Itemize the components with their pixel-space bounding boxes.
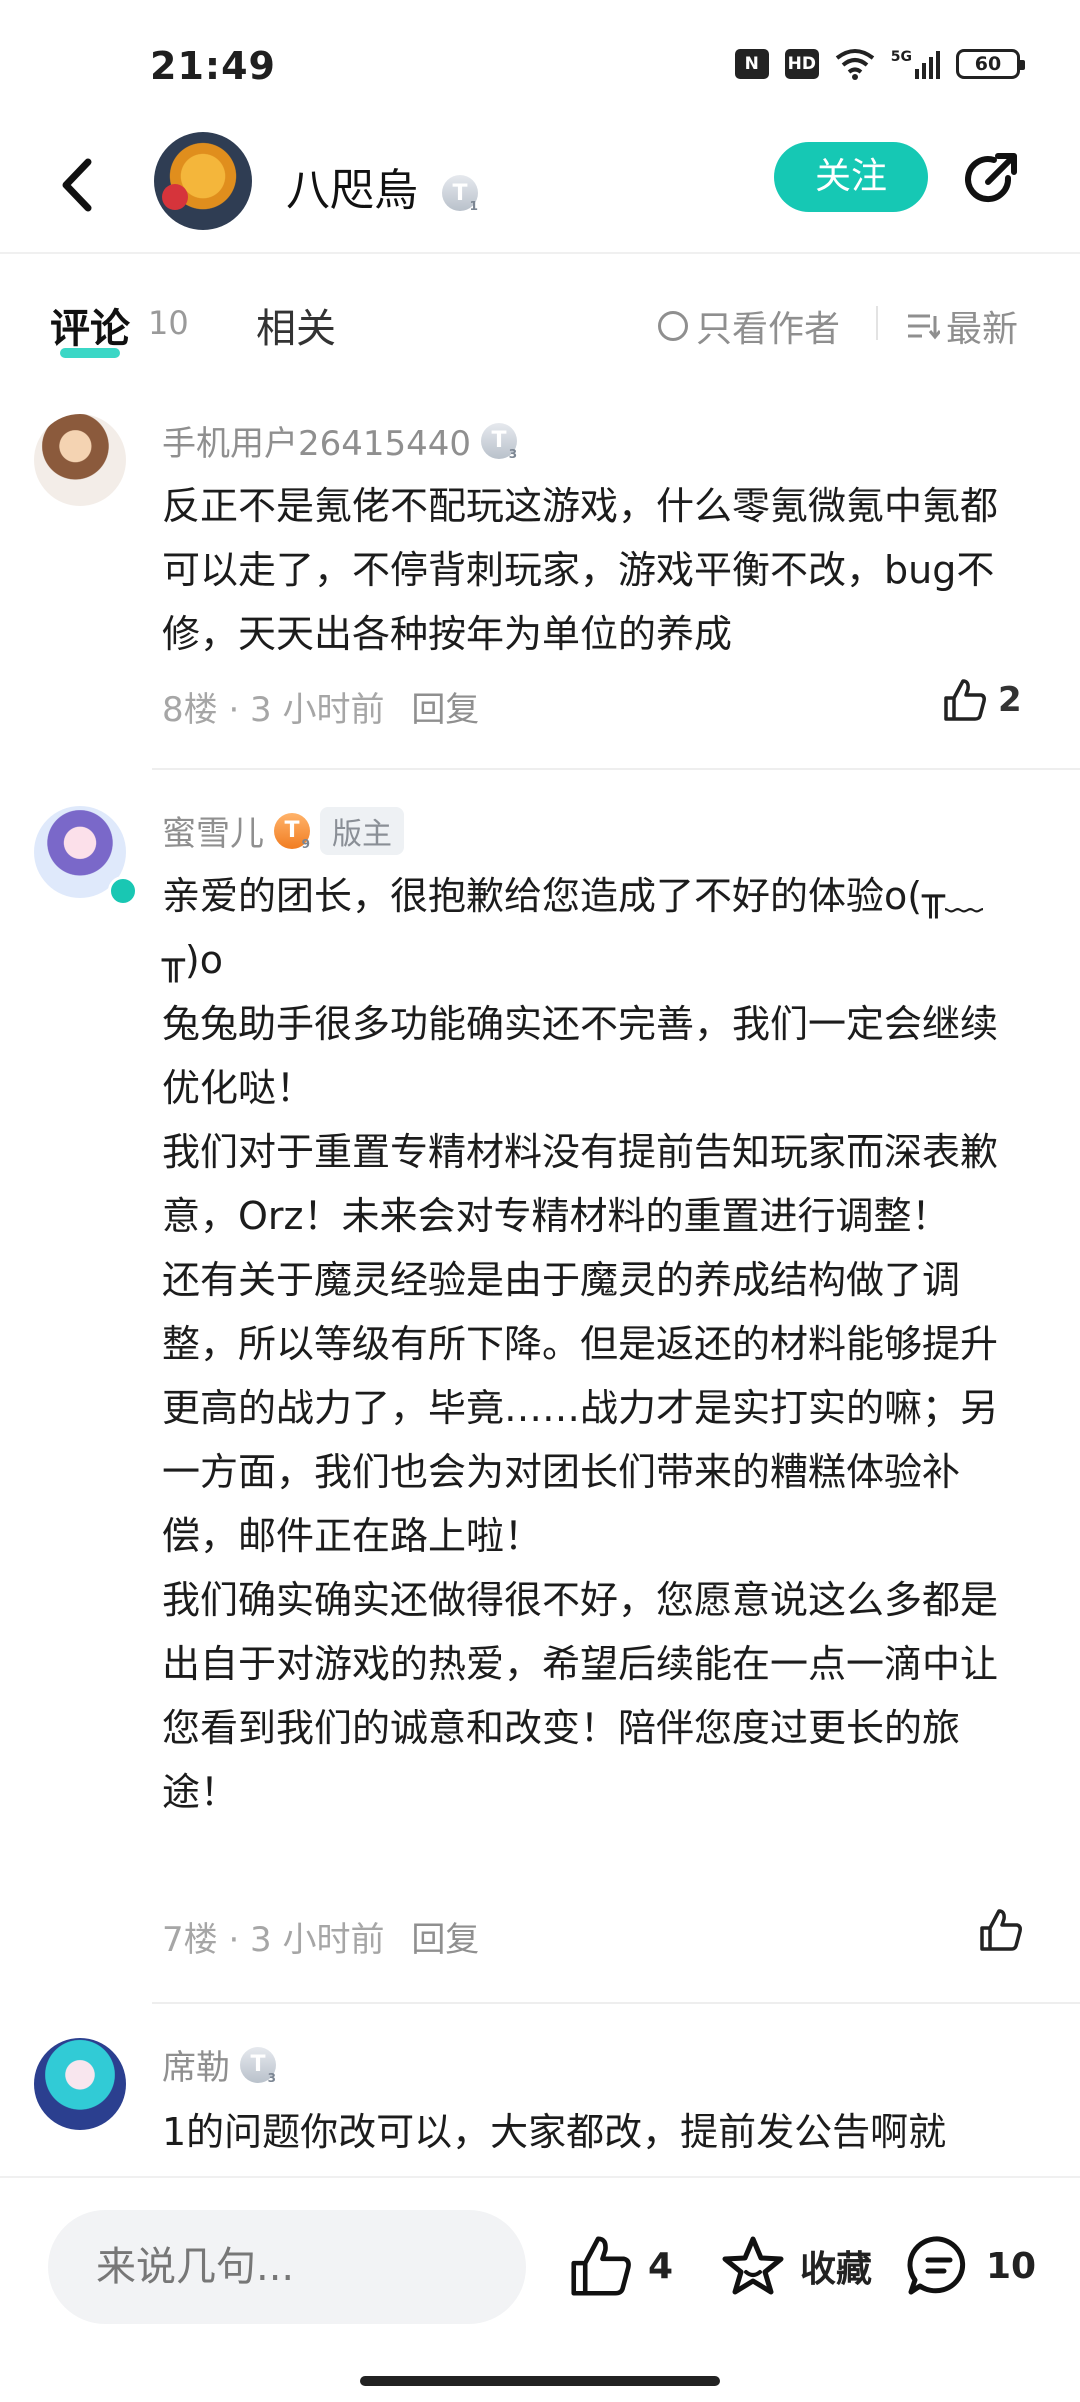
thumbs-up-icon xyxy=(571,2236,631,2296)
status-bar: 21:49 N HD 5G 60 xyxy=(0,0,1080,120)
tab-comments[interactable]: 评论 xyxy=(50,296,130,354)
share-icon[interactable] xyxy=(960,148,1022,210)
comment-username: 蜜雪儿 xyxy=(162,814,264,854)
moderator-badge: 版主 xyxy=(320,806,404,855)
radio-circle-icon xyxy=(658,311,688,341)
comment-user-row[interactable]: 蜜雪儿 T9 版主 xyxy=(162,806,404,855)
sort-lines-icon xyxy=(908,314,940,340)
favorite-button[interactable]: 收藏 xyxy=(720,2234,872,2298)
post-header: 八咫烏 T1 关注 xyxy=(0,120,1080,254)
status-time: 21:49 xyxy=(150,44,276,88)
avatar[interactable] xyxy=(34,414,126,506)
sort-label: 最新 xyxy=(946,309,1019,350)
reply-button[interactable]: 回复 xyxy=(411,690,479,730)
home-indicator[interactable] xyxy=(360,2376,720,2386)
comment-user-row[interactable]: 手机用户26415440 T3 xyxy=(162,416,518,465)
level-badge-icon: T3 xyxy=(240,2046,276,2085)
battery-indicator: 60 xyxy=(956,49,1025,79)
comment-bubble-icon xyxy=(907,2236,966,2295)
comment-like-button[interactable] xyxy=(978,1908,1034,1952)
network-type: 5G xyxy=(890,49,912,65)
thumbs-up-icon xyxy=(944,679,986,721)
status-icons: N HD 5G 60 xyxy=(734,48,1025,80)
verified-badge-icon xyxy=(108,876,138,906)
post-like-button[interactable]: 4 xyxy=(568,2234,673,2298)
reply-button[interactable]: 回复 xyxy=(411,1920,479,1960)
favorite-label: 收藏 xyxy=(800,2249,873,2290)
comment-username: 手机用户26415440 xyxy=(162,424,472,464)
comment-floor-time: 8楼 · 3 小时前 xyxy=(162,690,385,730)
like-count: 2 xyxy=(998,680,1022,720)
comment-username: 席勒 xyxy=(162,2048,230,2088)
comment-input[interactable]: 来说几句... xyxy=(48,2210,526,2324)
wifi-icon xyxy=(835,49,874,80)
comment-total-count: 10 xyxy=(986,2245,1037,2287)
avatar[interactable] xyxy=(34,2038,126,2130)
author-avatar[interactable] xyxy=(154,132,252,230)
comment-meta: 8楼 · 3 小时前 回复 xyxy=(162,682,479,731)
5g-signal-icon: 5G xyxy=(891,49,940,79)
battery-level: 60 xyxy=(974,53,1002,75)
author-name-row[interactable]: 八咫烏 T1 xyxy=(286,154,478,218)
comment-like-button[interactable]: 2 xyxy=(942,678,1022,722)
follow-button[interactable]: 关注 xyxy=(774,142,928,212)
back-arrow-icon[interactable] xyxy=(52,150,112,220)
level-badge-icon: T3 xyxy=(481,422,518,461)
comment-user-row[interactable]: 席勒 T3 xyxy=(162,2040,276,2089)
comment-tabs: 评论 10 相关 只看作者 最新 xyxy=(0,252,1080,390)
comments-count: 10 xyxy=(148,304,189,342)
level-badge-icon: T9 xyxy=(274,812,310,851)
comment-text: 亲爱的团长，很抱歉给您造成了不好的体验o(╥﹏╥)o 兔兔助手很多功能确实还不完… xyxy=(162,874,999,1814)
comment-text: 1的问题你改可以，大家都改，提前发公告啊就 xyxy=(162,2110,947,2154)
hd-icon: HD xyxy=(784,49,819,79)
comments-button[interactable]: 10 xyxy=(906,2234,1036,2298)
only-author-label: 只看作者 xyxy=(696,309,841,350)
only-author-toggle[interactable]: 只看作者 xyxy=(658,300,840,352)
divider xyxy=(876,306,878,340)
bottom-action-bar: 来说几句... 4 收藏 10 xyxy=(0,2176,1080,2402)
nfc-icon: N xyxy=(734,49,769,79)
thumbs-up-icon xyxy=(980,1909,1022,1951)
post-like-count: 4 xyxy=(648,2245,674,2287)
comment-floor-time: 7楼 · 3 小时前 xyxy=(162,1920,385,1960)
comment-meta: 7楼 · 3 小时前 回复 xyxy=(162,1912,479,1961)
level-badge-icon: T1 xyxy=(442,175,478,213)
comment-text: 反正不是氪佬不配玩这游戏，什么零氪微氪中氪都可以走了，不停背刺玩家，游戏平衡不改… xyxy=(162,484,999,656)
divider xyxy=(152,2002,1080,2004)
sort-toggle[interactable]: 最新 xyxy=(906,300,1018,352)
author-name: 八咫烏 xyxy=(286,165,418,216)
divider xyxy=(152,768,1080,770)
star-icon xyxy=(722,2236,784,2295)
tab-related[interactable]: 相关 xyxy=(256,296,336,354)
